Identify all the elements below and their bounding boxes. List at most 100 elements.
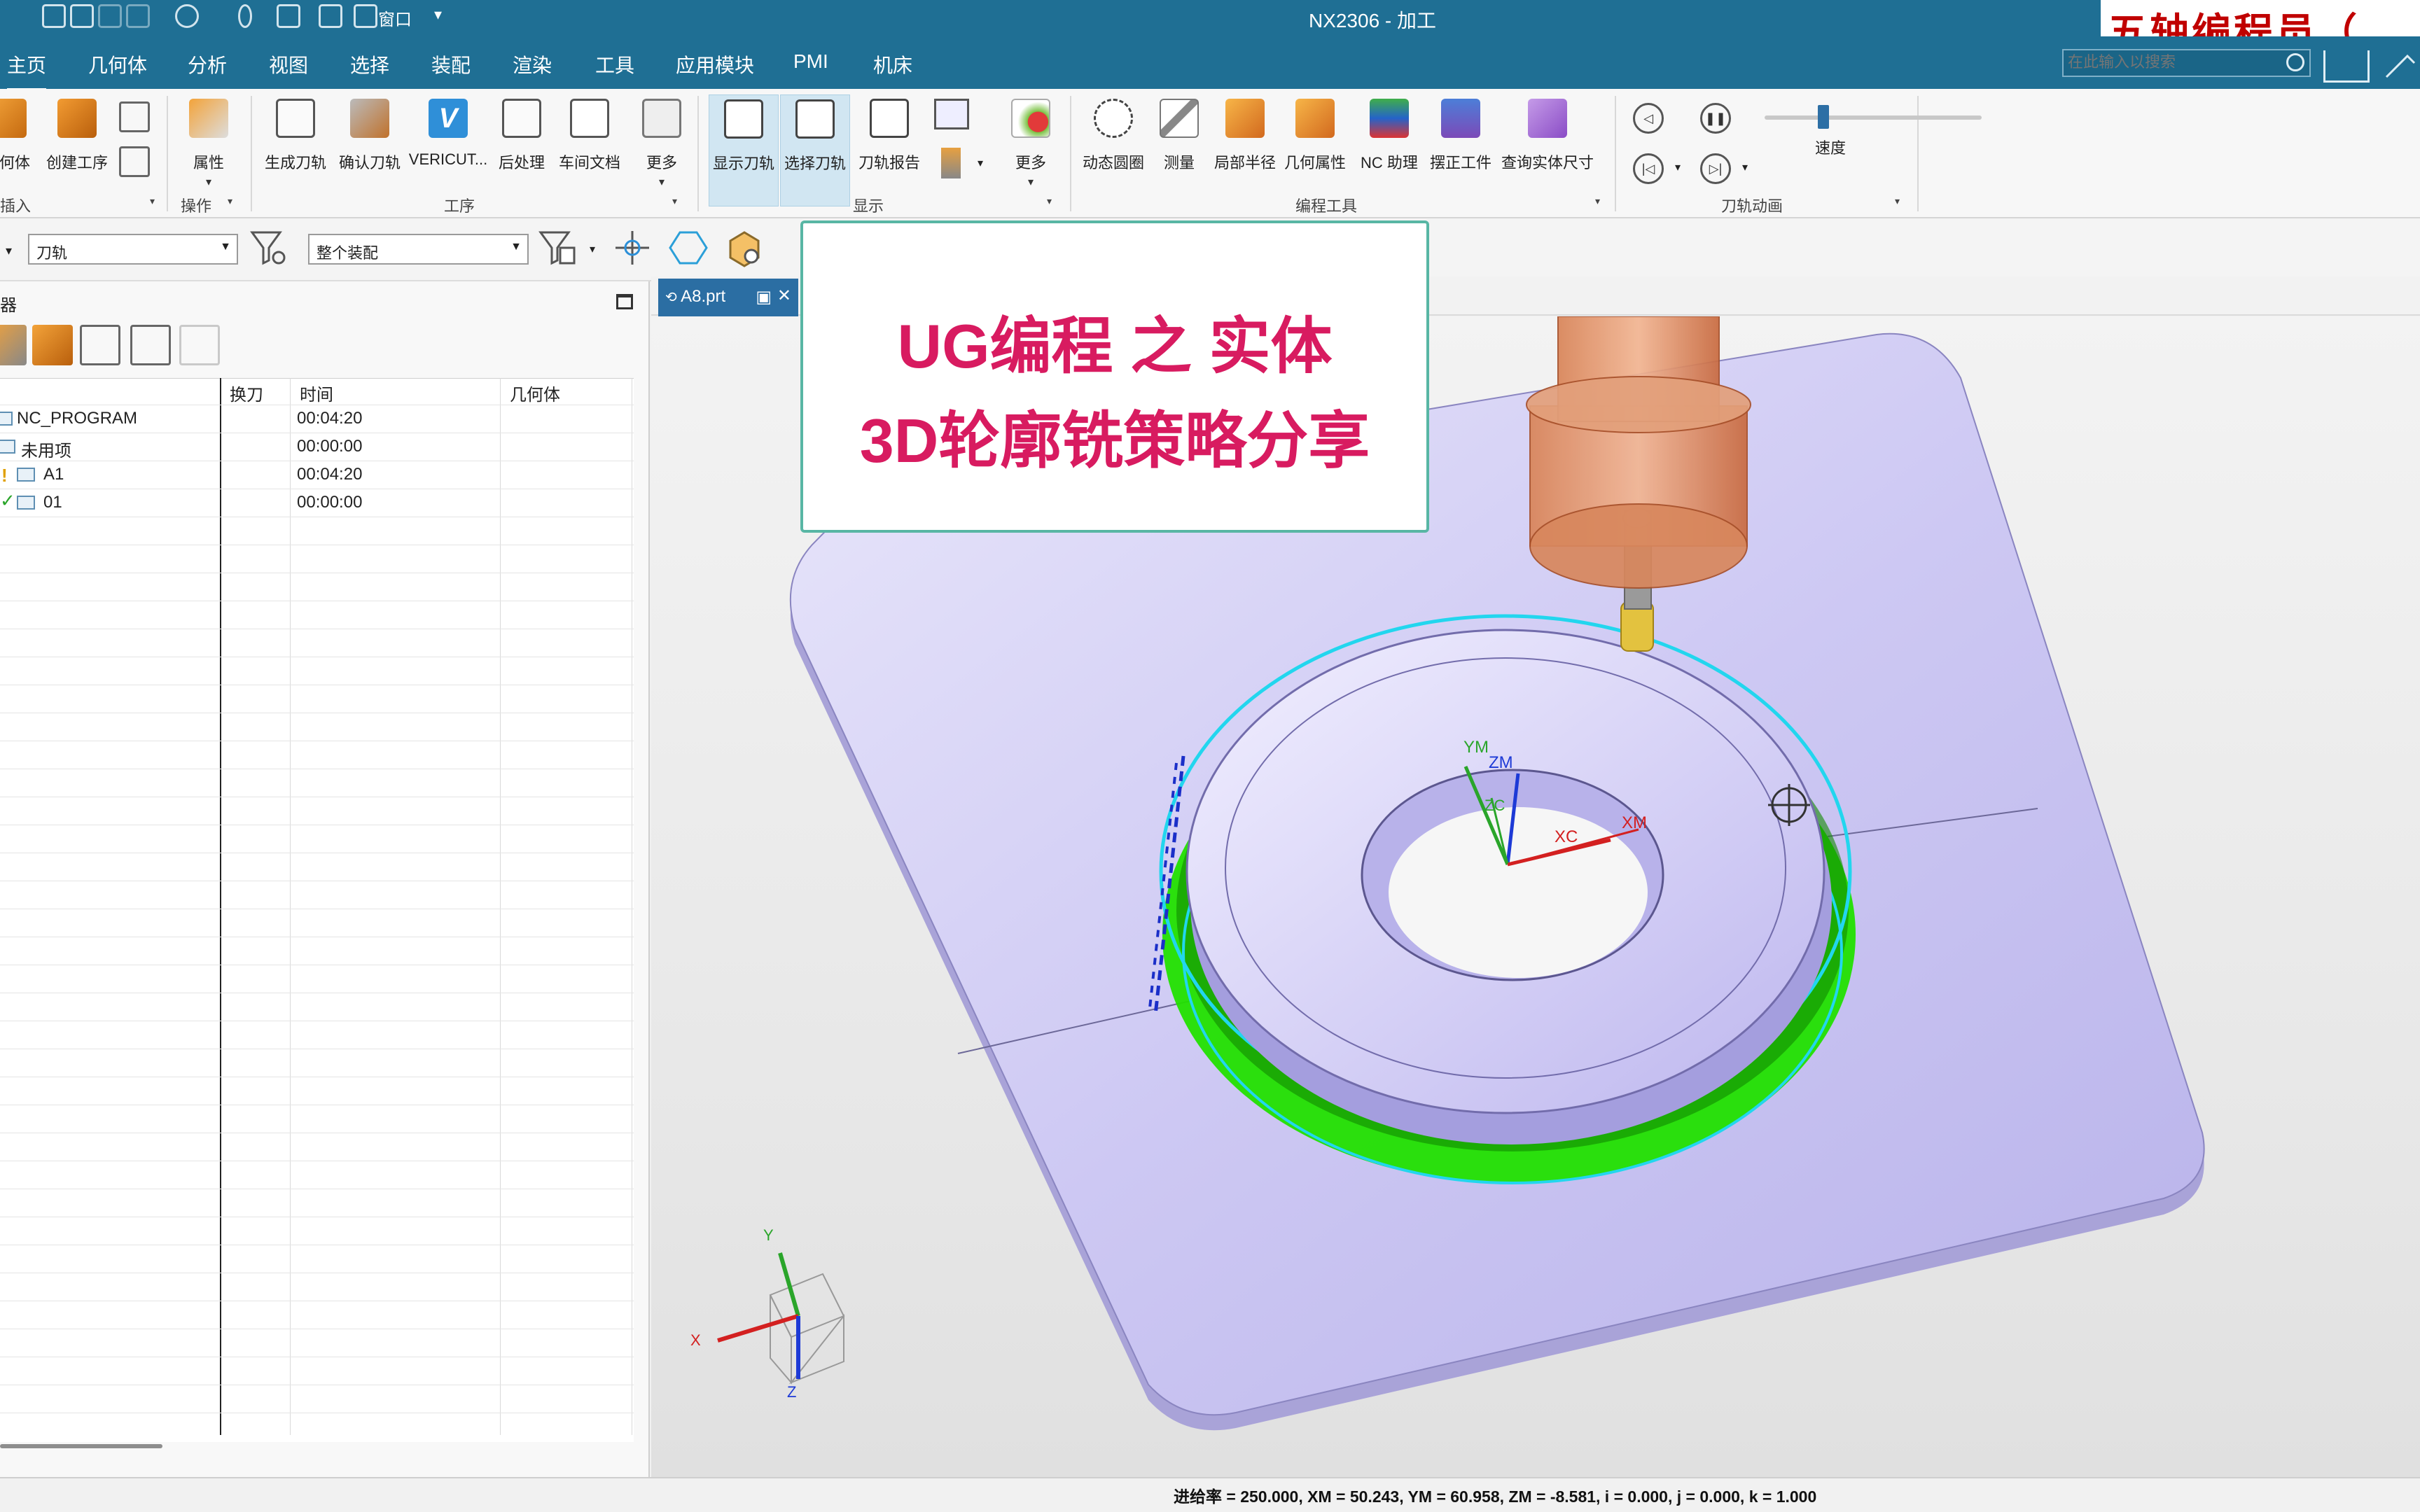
row-name-nc-program[interactable]: NC_PROGRAM [17,409,137,428]
search-input[interactable] [2064,50,2267,74]
tool-view-icon[interactable] [32,325,73,365]
row-time: 00:00:00 [297,437,363,456]
funnel-reset-icon[interactable] [249,228,288,267]
geometry-view-icon[interactable] [80,325,120,365]
wcs-xm-label: XM [1622,813,1647,832]
snap-point-icon[interactable] [613,228,652,267]
show-toolpath-button[interactable]: 显示刀轨 [709,94,779,206]
snap-icon[interactable] [126,4,150,28]
step-back-icon[interactable]: |◁ [1633,153,1664,184]
speed-slider-thumb[interactable] [1817,105,1829,129]
maximize-icon[interactable] [616,294,633,309]
search-field[interactable] [2062,49,2311,77]
create-operation-button[interactable]: 创建工序 [42,94,112,206]
tab-tools[interactable]: 工具 [595,50,634,78]
scope-filter-select[interactable]: 整个装配 ▼ [308,234,529,265]
speed-slider[interactable] [1765,115,1982,120]
scissors-icon[interactable] [42,4,66,28]
tab-home[interactable]: 主页 [7,50,47,91]
toolpath-report-button[interactable]: 刀轨报告 [854,94,924,206]
chevron-down-icon: ▼ [220,241,231,253]
type-filter-select[interactable]: 刀轨 ▼ [28,234,238,265]
geometry-properties-button[interactable]: 几何属性 [1280,94,1350,206]
paste-icon[interactable] [98,4,122,28]
more-display-button[interactable]: 更多 ▾ [996,94,1066,206]
group-expand-icon[interactable]: ▾ [1595,195,1600,207]
restore-icon[interactable] [2379,48,2420,83]
report-icon [870,99,909,138]
dropdown-arrow-icon[interactable]: ▾ [590,242,595,256]
query-solid-size-button[interactable]: 查询实体尺寸 [1501,94,1594,206]
row-name-01[interactable]: 01 [43,493,62,512]
tab-render[interactable]: 渲染 [513,50,552,78]
tab-geometry[interactable]: 几何体 [88,50,147,78]
rewind-icon[interactable]: ◁ [1633,103,1664,134]
display-eye-icon[interactable] [934,99,969,130]
row-name-unused[interactable]: 未用项 [21,437,71,461]
more-process-button[interactable]: 更多 ▾ [627,94,697,206]
fullscreen-icon[interactable] [2323,50,2370,83]
solid-body-icon[interactable] [725,228,764,267]
group-expand-icon[interactable]: ▾ [228,195,232,207]
overlay-line-2: 3D轮廓铣策略分享 [859,406,1370,475]
tab-select[interactable]: 选择 [350,50,389,78]
dynamic-circle-icon [1094,99,1133,138]
tab-assembly[interactable]: 装配 [431,50,471,78]
select-toolpath-button[interactable]: 选择刀轨 [780,94,850,206]
dropdown-arrow-icon[interactable]: ▾ [659,175,665,189]
tab-part-file[interactable]: ⟲ A8.prt ▣ ✕ [658,279,798,316]
group-label-ops: 操作 [181,197,212,215]
qat-customize-icon[interactable]: ▾ [434,6,442,24]
group-expand-icon[interactable]: ▾ [1895,195,1900,207]
close-icon[interactable]: ✕ [777,286,791,306]
microphone-icon[interactable] [238,4,252,28]
tab-view[interactable]: 视图 [269,50,308,78]
pause-icon[interactable]: ❚❚ [1700,103,1731,134]
dropdown-arrow-icon[interactable]: ▾ [1028,175,1034,189]
window-menu-icon[interactable] [354,4,377,28]
group-label-tools: 编程工具 [1295,197,1358,215]
window-switch-icon[interactable] [319,4,342,28]
create-method-icon[interactable] [119,146,150,177]
tool-display-icon[interactable] [941,148,961,178]
hexagon-filter-icon[interactable] [669,228,708,267]
step-forward-icon[interactable]: ▷| [1700,153,1731,184]
properties-button[interactable]: 属性 ▾ [174,94,244,206]
group-expand-icon[interactable]: ▾ [672,195,677,207]
play-icon[interactable] [175,4,199,28]
dropdown-arrow-icon[interactable]: ▾ [6,244,12,258]
navigator-title: 器 [0,296,17,315]
align-workpiece-label: 摆正工件 [1429,154,1491,172]
tab-pmi[interactable]: PMI [793,50,828,73]
search-icon[interactable] [2286,53,2304,71]
dropdown-arrow-icon[interactable]: ▾ [1675,160,1681,174]
group-expand-icon[interactable]: ▾ [150,195,155,207]
filter-settings-icon[interactable] [538,228,577,267]
method-view-icon[interactable] [130,325,171,365]
wcs-ym-label: YM [1463,738,1489,757]
wcs-zm-label: ZM [1489,753,1513,772]
save-icon[interactable]: ▣ [756,287,772,307]
remove-icon[interactable] [179,325,220,365]
create-tool-icon[interactable] [119,102,150,132]
repeat-command-icon[interactable] [277,4,300,28]
program-view-icon[interactable] [0,325,27,365]
dropdown-arrow-icon[interactable]: ▾ [1742,160,1748,174]
tab-machine[interactable]: 机床 [873,50,912,78]
generate-toolpath-button[interactable]: 生成刀轨 [260,94,331,206]
dropdown-arrow-icon[interactable]: ▾ [206,175,211,189]
postprocess-icon [502,99,541,138]
column-header-time[interactable]: 时间 [300,381,333,405]
column-header-geometry[interactable]: 几何体 [510,381,560,405]
tab-analysis[interactable]: 分析 [188,50,227,78]
properties-icon [189,99,228,138]
copy-icon[interactable] [70,4,94,28]
horizontal-scrollbar[interactable] [0,1444,162,1448]
window-menu-label[interactable]: 窗口 [378,6,412,30]
tab-applications[interactable]: 应用模块 [676,50,754,78]
verify-toolpath-button[interactable]: 确认刀轨 [335,94,405,206]
group-expand-icon[interactable]: ▾ [1047,195,1052,207]
align-workpiece-button[interactable]: 摆正工件 [1426,94,1496,206]
row-name-a1[interactable]: A1 [43,465,64,484]
column-header-toolchange[interactable]: 换刀 [230,381,263,405]
